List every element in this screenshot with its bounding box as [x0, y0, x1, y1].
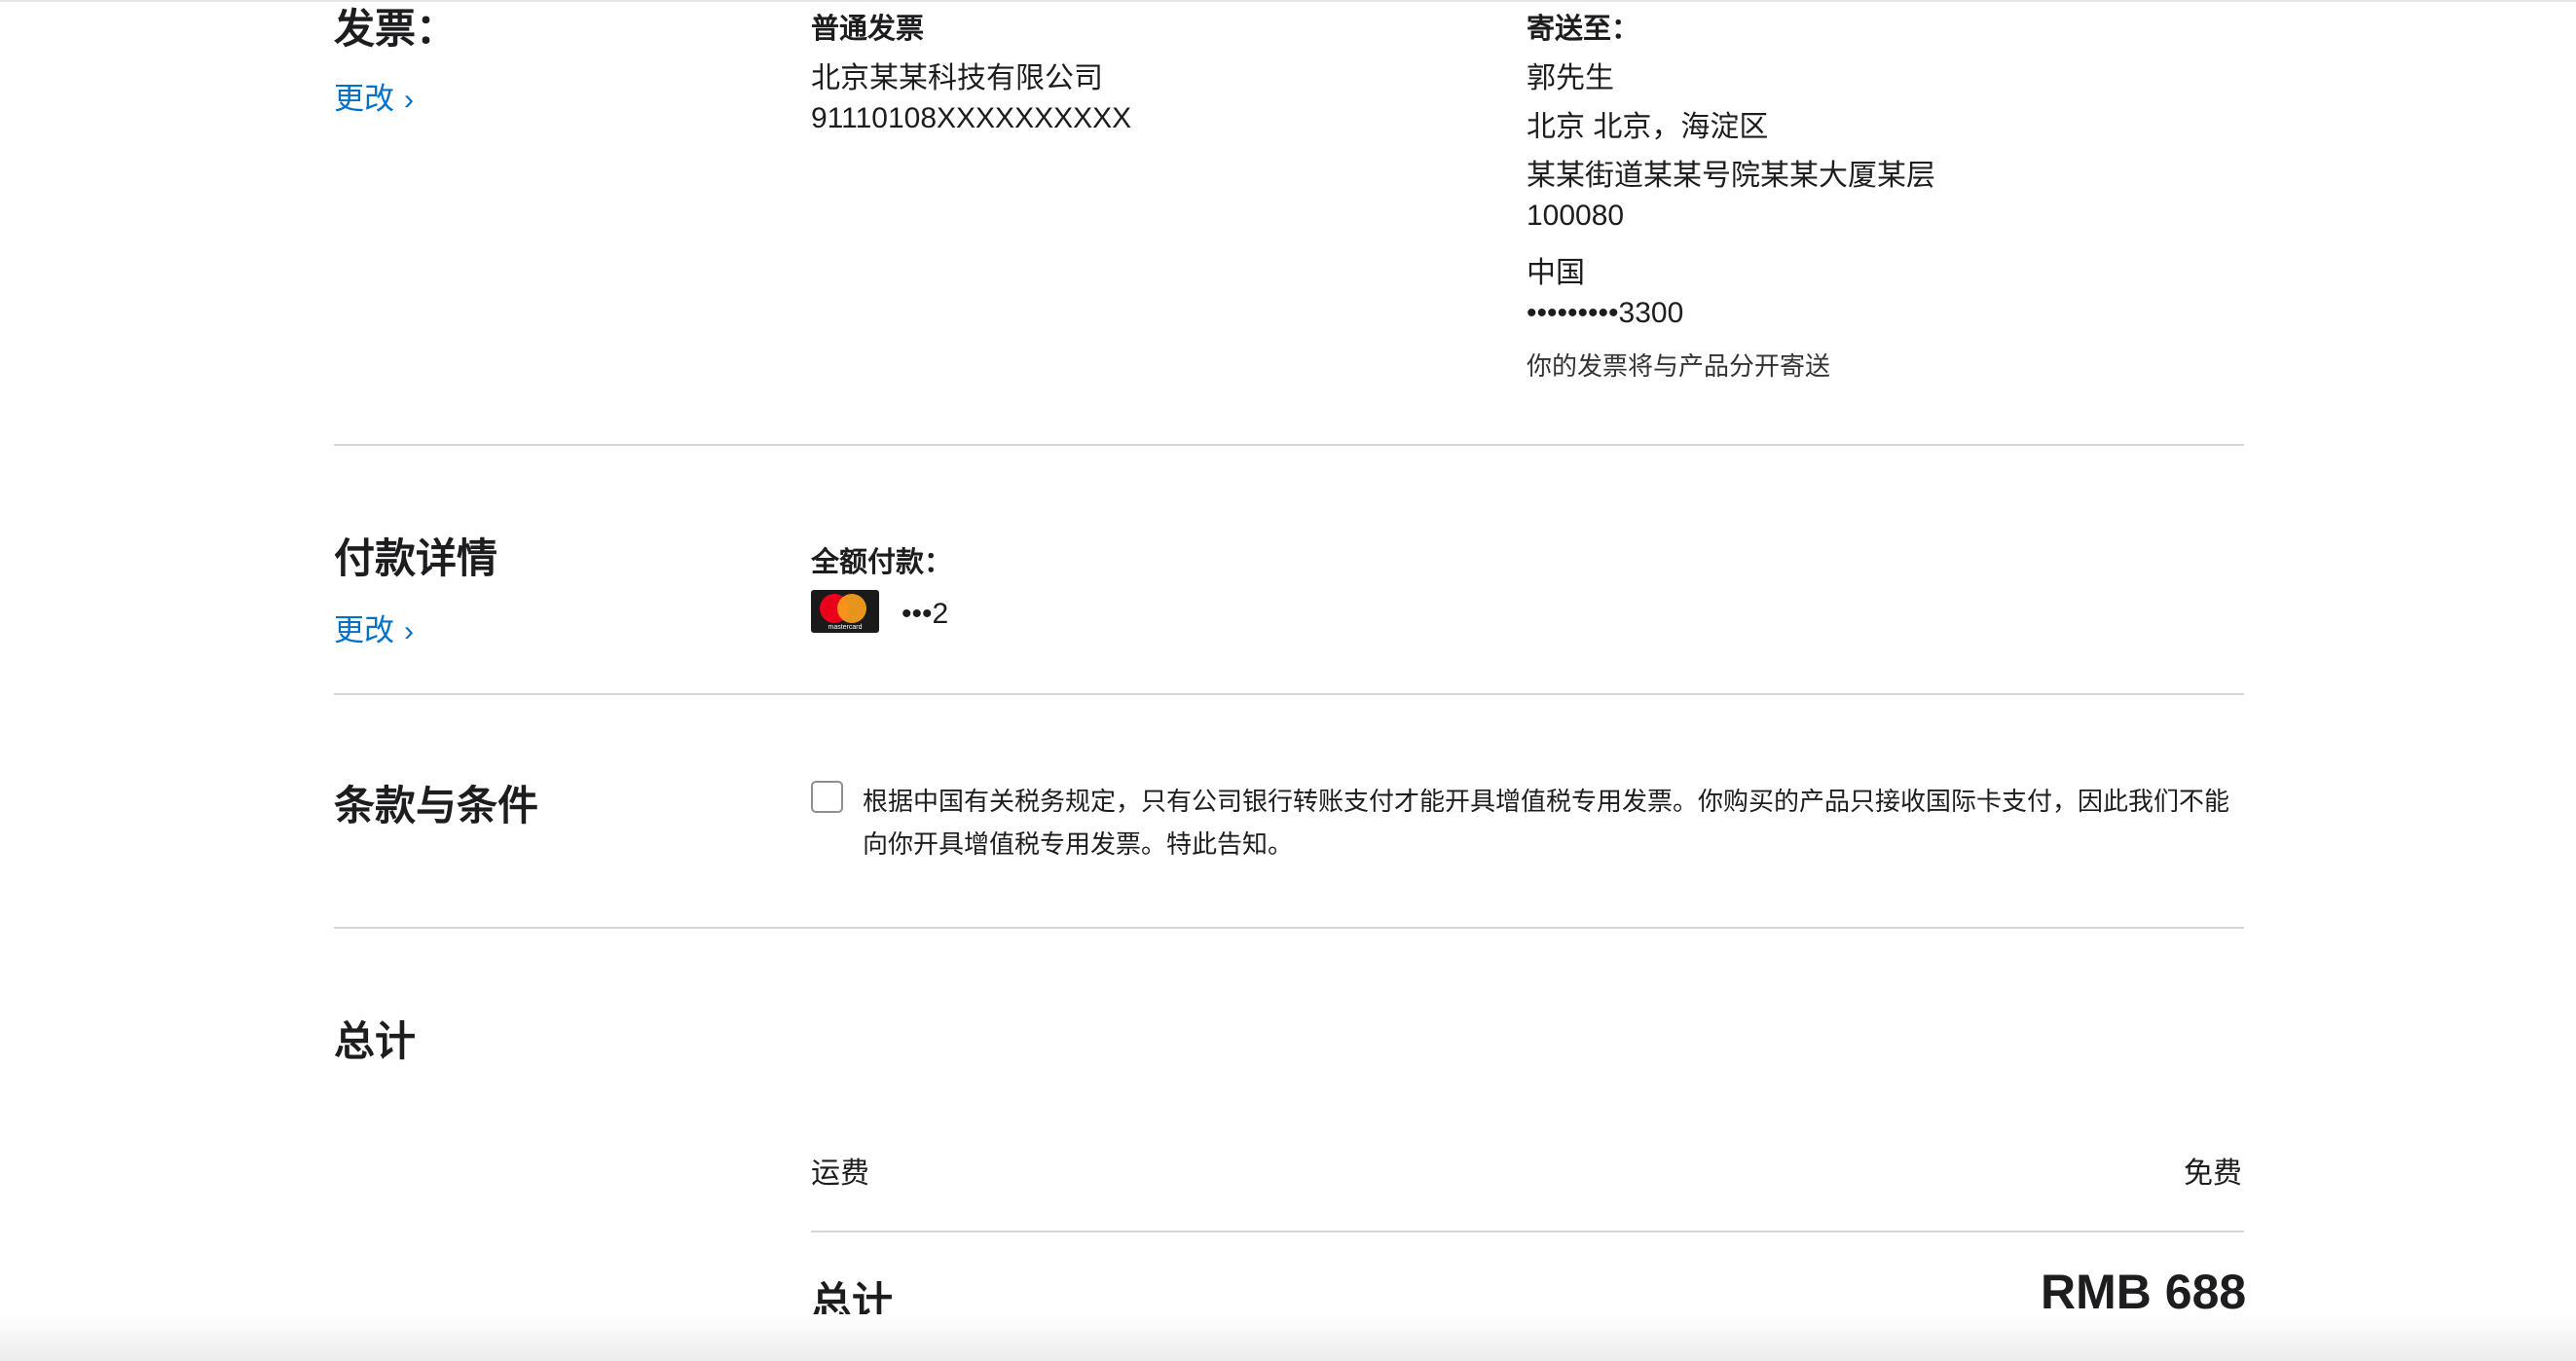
invoice-tax-id: 91110108XXXXXXXXXX	[811, 102, 1132, 134]
address-country: 中国	[1527, 257, 1585, 289]
bottom-edge-shadow	[0, 1314, 2576, 1361]
mastercard-logo-icon: mastercard	[811, 590, 879, 633]
terms-text: 根据中国有关税务规定，只有公司银行转账支付才能开具增值税专用发票。你购买的产品只…	[863, 787, 2230, 859]
total-value: RMB 688	[2041, 1265, 2247, 1319]
mastercard-logo-text: mastercard	[828, 624, 863, 631]
shipping-label: 运费	[811, 1158, 869, 1190]
recipient-name: 郭先生	[1527, 62, 1614, 94]
recipient-phone: •••••••••3300	[1527, 297, 1684, 329]
divider	[334, 927, 2244, 929]
payment-change-link[interactable]: 更改 ›	[334, 606, 414, 649]
totals-section-title: 总计	[334, 1018, 417, 1064]
ship-to-label: 寄送至：	[1527, 14, 1640, 45]
address-postal-code: 100080	[1527, 200, 1625, 232]
invoice-change-label: 更改	[334, 82, 394, 116]
invoice-shipping-note: 你的发票将与产品分开寄送	[1527, 351, 1831, 381]
invoice-change-link[interactable]: 更改 ›	[334, 74, 414, 118]
divider	[334, 444, 2244, 446]
payment-change-label: 更改	[334, 613, 394, 647]
card-masked-number: •••2	[902, 598, 949, 630]
payment-section-title: 付款详情	[334, 535, 498, 581]
full-payment-label: 全额付款：	[811, 547, 953, 578]
chevron-right-icon: ›	[404, 84, 414, 116]
shipping-value: 免费	[2184, 1158, 2242, 1190]
invoice-section-title: 发票：	[334, 6, 458, 52]
divider	[811, 1231, 2244, 1232]
address-street-line: 某某街道某某号院某某大厦某层	[1527, 160, 1935, 192]
terms-section-title: 条款与条件	[334, 783, 539, 828]
invoice-type: 普通发票	[811, 14, 925, 45]
chevron-right-icon: ›	[404, 615, 414, 647]
invoice-company-name: 北京某某科技有限公司	[811, 62, 1103, 94]
terms-checkbox[interactable]	[811, 781, 843, 813]
mastercard-orange-circle	[837, 594, 866, 623]
address-city-line: 北京 北京，海淀区	[1527, 111, 1769, 143]
divider	[334, 693, 2244, 695]
